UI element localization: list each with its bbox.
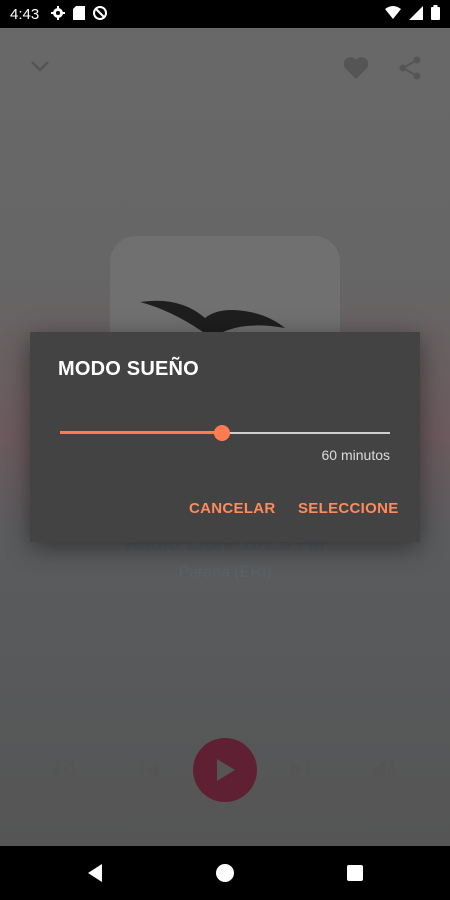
sim-card-icon bbox=[73, 5, 86, 24]
battery-icon bbox=[431, 4, 440, 24]
play-button[interactable] bbox=[193, 738, 257, 802]
alarm-icon[interactable] bbox=[49, 754, 81, 786]
status-time: 4:43 bbox=[10, 5, 40, 23]
status-bar: 4:43 bbox=[0, 0, 450, 28]
dialog-title: MODO SUEÑO bbox=[58, 358, 199, 380]
sleep-mode-dialog: MODO SUEÑO 60 minutos CANCELAR SELECCION… bbox=[30, 332, 420, 542]
back-icon[interactable] bbox=[82, 860, 108, 886]
home-icon[interactable] bbox=[212, 860, 238, 886]
slider-fill bbox=[60, 431, 222, 434]
signal-icon bbox=[409, 5, 423, 24]
player-controls bbox=[0, 738, 450, 802]
slider-value-label: 60 minutos bbox=[321, 447, 390, 463]
select-button[interactable]: SELECCIONE bbox=[298, 500, 399, 517]
play-icon bbox=[217, 759, 235, 781]
heart-icon[interactable] bbox=[343, 56, 369, 84]
recents-icon[interactable] bbox=[342, 860, 368, 886]
skip-next-icon[interactable] bbox=[284, 754, 316, 786]
share-icon[interactable] bbox=[398, 56, 422, 84]
navigation-bar bbox=[0, 846, 450, 900]
volume-icon[interactable] bbox=[369, 754, 401, 786]
gear-icon bbox=[51, 5, 66, 24]
sleep-timer-slider[interactable] bbox=[60, 424, 390, 442]
cancel-button[interactable]: CANCELAR bbox=[189, 500, 276, 517]
chevron-down-icon[interactable] bbox=[29, 58, 51, 77]
station-location: Paraná (ERI) bbox=[178, 564, 272, 581]
wifi-icon bbox=[385, 5, 401, 24]
no-data-icon bbox=[93, 5, 108, 24]
slider-thumb[interactable] bbox=[213, 425, 230, 441]
skip-previous-icon[interactable] bbox=[134, 754, 166, 786]
